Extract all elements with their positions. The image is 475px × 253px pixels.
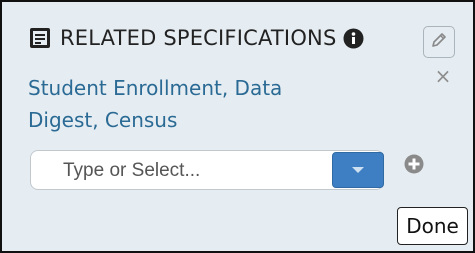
panel-header: RELATED SPECIFICATIONS [28,26,364,50]
info-icon[interactable] [343,28,364,49]
close-icon[interactable]: × [433,66,453,86]
done-button[interactable]: Done [397,207,468,245]
panel-title: RELATED SPECIFICATIONS [60,26,337,50]
document-icon [28,26,52,50]
chevron-down-icon [352,167,364,173]
plus-circle-icon[interactable] [404,154,424,174]
edit-button[interactable] [423,26,455,58]
dropdown-toggle-button[interactable] [332,152,384,188]
specification-link[interactable]: Digest, Census [28,104,328,136]
select-input[interactable] [61,151,355,191]
specification-link[interactable]: Student Enrollment, Data [28,72,328,104]
pencil-icon [429,30,449,54]
specification-select[interactable] [30,150,384,191]
specification-list: Student Enrollment, Data Digest, Census [28,72,328,136]
related-specifications-panel: RELATED SPECIFICATIONS × Student Enrollm… [0,0,475,253]
